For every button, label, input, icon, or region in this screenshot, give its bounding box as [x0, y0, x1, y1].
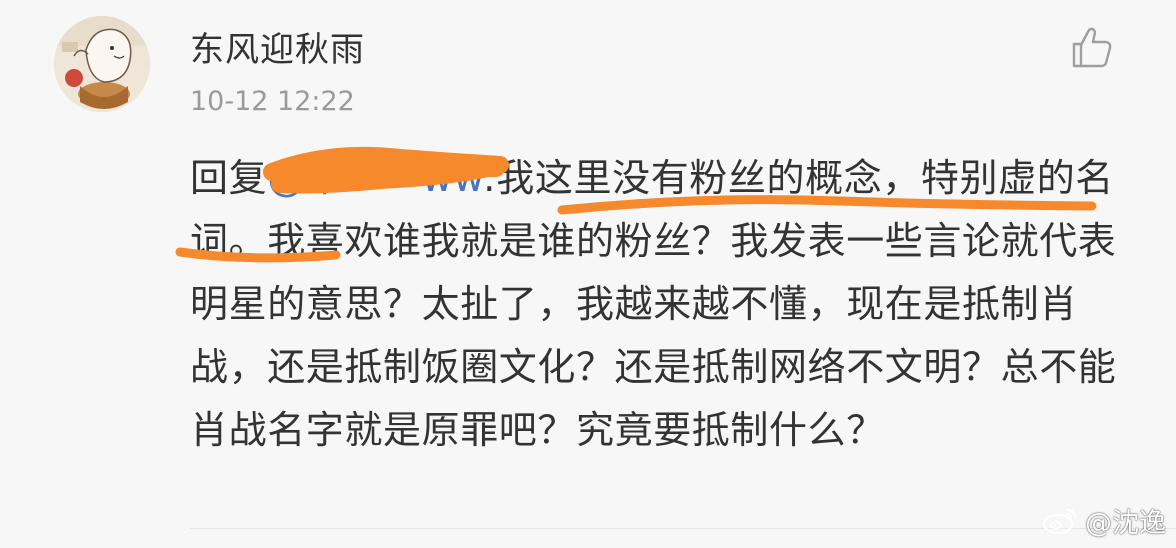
thumbs-up-icon [1072, 27, 1112, 68]
watermark-label: @沈逸 [1085, 507, 1166, 539]
comment-body: 回复@米一一ww:我这里没有粉丝的概念，特别虚的名词。我喜欢谁我就是谁的粉丝？我… [190, 147, 1120, 462]
avatar[interactable] [54, 16, 150, 112]
like-button[interactable] [1066, 22, 1116, 72]
timestamp: 10-12 12:22 [190, 86, 355, 117]
avatar-image [54, 16, 150, 112]
watermark: @沈逸 [1041, 503, 1166, 539]
weibo-logo-icon [1042, 508, 1077, 535]
comment-card: 东风迎秋雨 10-12 12:22 回复@米一一ww:我这里没有粉丝的概念，特别… [0, 0, 1176, 548]
reply-prefix: 回复 [190, 156, 268, 200]
username[interactable]: 东风迎秋雨 [190, 22, 365, 71]
divider [190, 528, 1176, 529]
comment-text: :我这里没有粉丝的概念，特别虚的名词。我喜欢谁我就是谁的粉丝？我发表一些言论就代… [190, 156, 1117, 452]
mention-link[interactable]: @米一一ww [267, 156, 483, 200]
